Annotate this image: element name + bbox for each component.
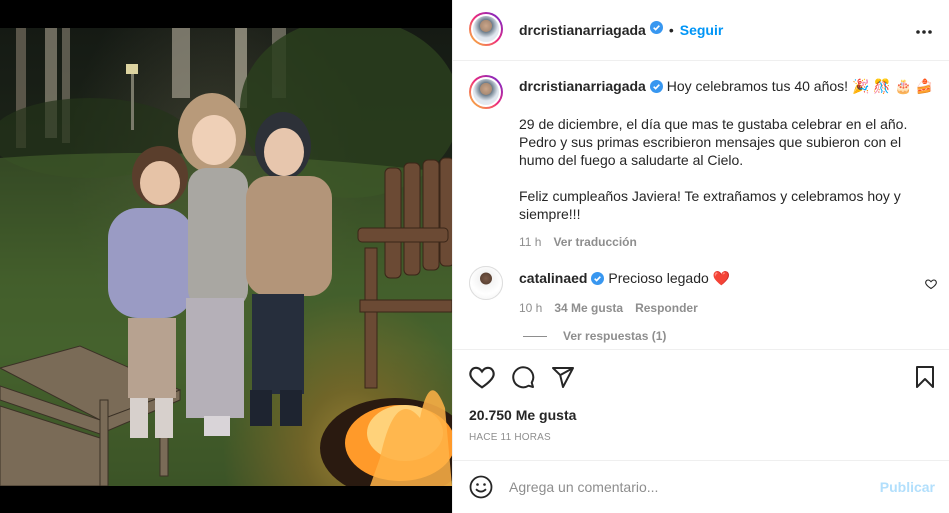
share-icon[interactable]	[551, 365, 575, 394]
more-horizontal-icon[interactable]	[915, 22, 933, 40]
verified-badge-icon	[591, 271, 605, 289]
verified-badge-icon	[649, 21, 663, 39]
comments-area: drcristianarriagada Hoy celebramos tus 4…	[453, 61, 949, 348]
reply-divider-line	[523, 335, 547, 337]
likes-count[interactable]: 20.750 Me gusta	[469, 407, 576, 423]
comment-username[interactable]: catalinaed	[519, 270, 587, 286]
post-actions: 20.750 Me gusta Hace 11 horas	[453, 349, 949, 460]
bookmark-icon[interactable]	[915, 365, 935, 394]
caption-meta: 11 h Ver traducción	[519, 233, 939, 251]
comment-input[interactable]	[509, 477, 869, 497]
view-replies-row[interactable]: Ver respuestas (1)	[523, 329, 666, 343]
comment-like-heart-icon[interactable]	[925, 277, 937, 295]
caption-paragraph-2: 29 de diciembre, el día que mas te gusta…	[519, 116, 908, 168]
comment-meta: 10 h 34 Me gusta Responder	[519, 299, 939, 317]
view-replies-link[interactable]: Ver respuestas (1)	[563, 329, 666, 343]
commenter-avatar[interactable]	[469, 266, 503, 300]
post-time-ago[interactable]: Hace 11 horas	[469, 432, 551, 443]
caption-time[interactable]: 11 h	[519, 233, 541, 251]
photo-pane	[0, 0, 452, 513]
author-avatar[interactable]	[469, 12, 503, 46]
emoji-smiley-icon[interactable]	[469, 475, 493, 504]
post-header: drcristianarriagada • Seguir	[453, 0, 949, 61]
caption: drcristianarriagada Hoy celebramos tus 4…	[519, 77, 939, 251]
comment-time[interactable]: 10 h	[519, 299, 542, 317]
instagram-post: drcristianarriagada • Seguir drcristiana…	[0, 0, 949, 513]
caption-line1: Hoy celebramos tus 40 años! 🎉 🎊 🎂 🍰	[666, 78, 934, 94]
comment-item: catalinaed Precioso legado ❤️ 10 h 34 Me…	[519, 269, 939, 317]
post-photo[interactable]	[0, 28, 452, 486]
reply-button[interactable]: Responder	[635, 299, 698, 317]
translate-link[interactable]: Ver traducción	[553, 233, 636, 251]
comment-icon[interactable]	[511, 365, 535, 394]
caption-paragraph-3: Feliz cumpleaños Javiera! Te extrañamos …	[519, 188, 901, 222]
comment-likes[interactable]: 34 Me gusta	[554, 299, 623, 317]
follow-button[interactable]: Seguir	[680, 22, 724, 38]
verified-badge-icon	[649, 79, 663, 97]
add-comment-bar: Publicar	[453, 460, 949, 513]
red-heart-emoji: ❤️	[712, 270, 731, 286]
heart-icon[interactable]	[469, 365, 495, 394]
photo-illustration	[0, 28, 452, 486]
header-separator: •	[668, 22, 674, 38]
post-sidebar: drcristianarriagada • Seguir drcristiana…	[452, 0, 949, 513]
caption-username[interactable]: drcristianarriagada	[519, 78, 646, 94]
comment-text: Precioso legado	[608, 270, 709, 286]
caption-avatar[interactable]	[469, 75, 503, 109]
publish-button[interactable]: Publicar	[880, 479, 935, 495]
author-username[interactable]: drcristianarriagada	[519, 22, 646, 38]
